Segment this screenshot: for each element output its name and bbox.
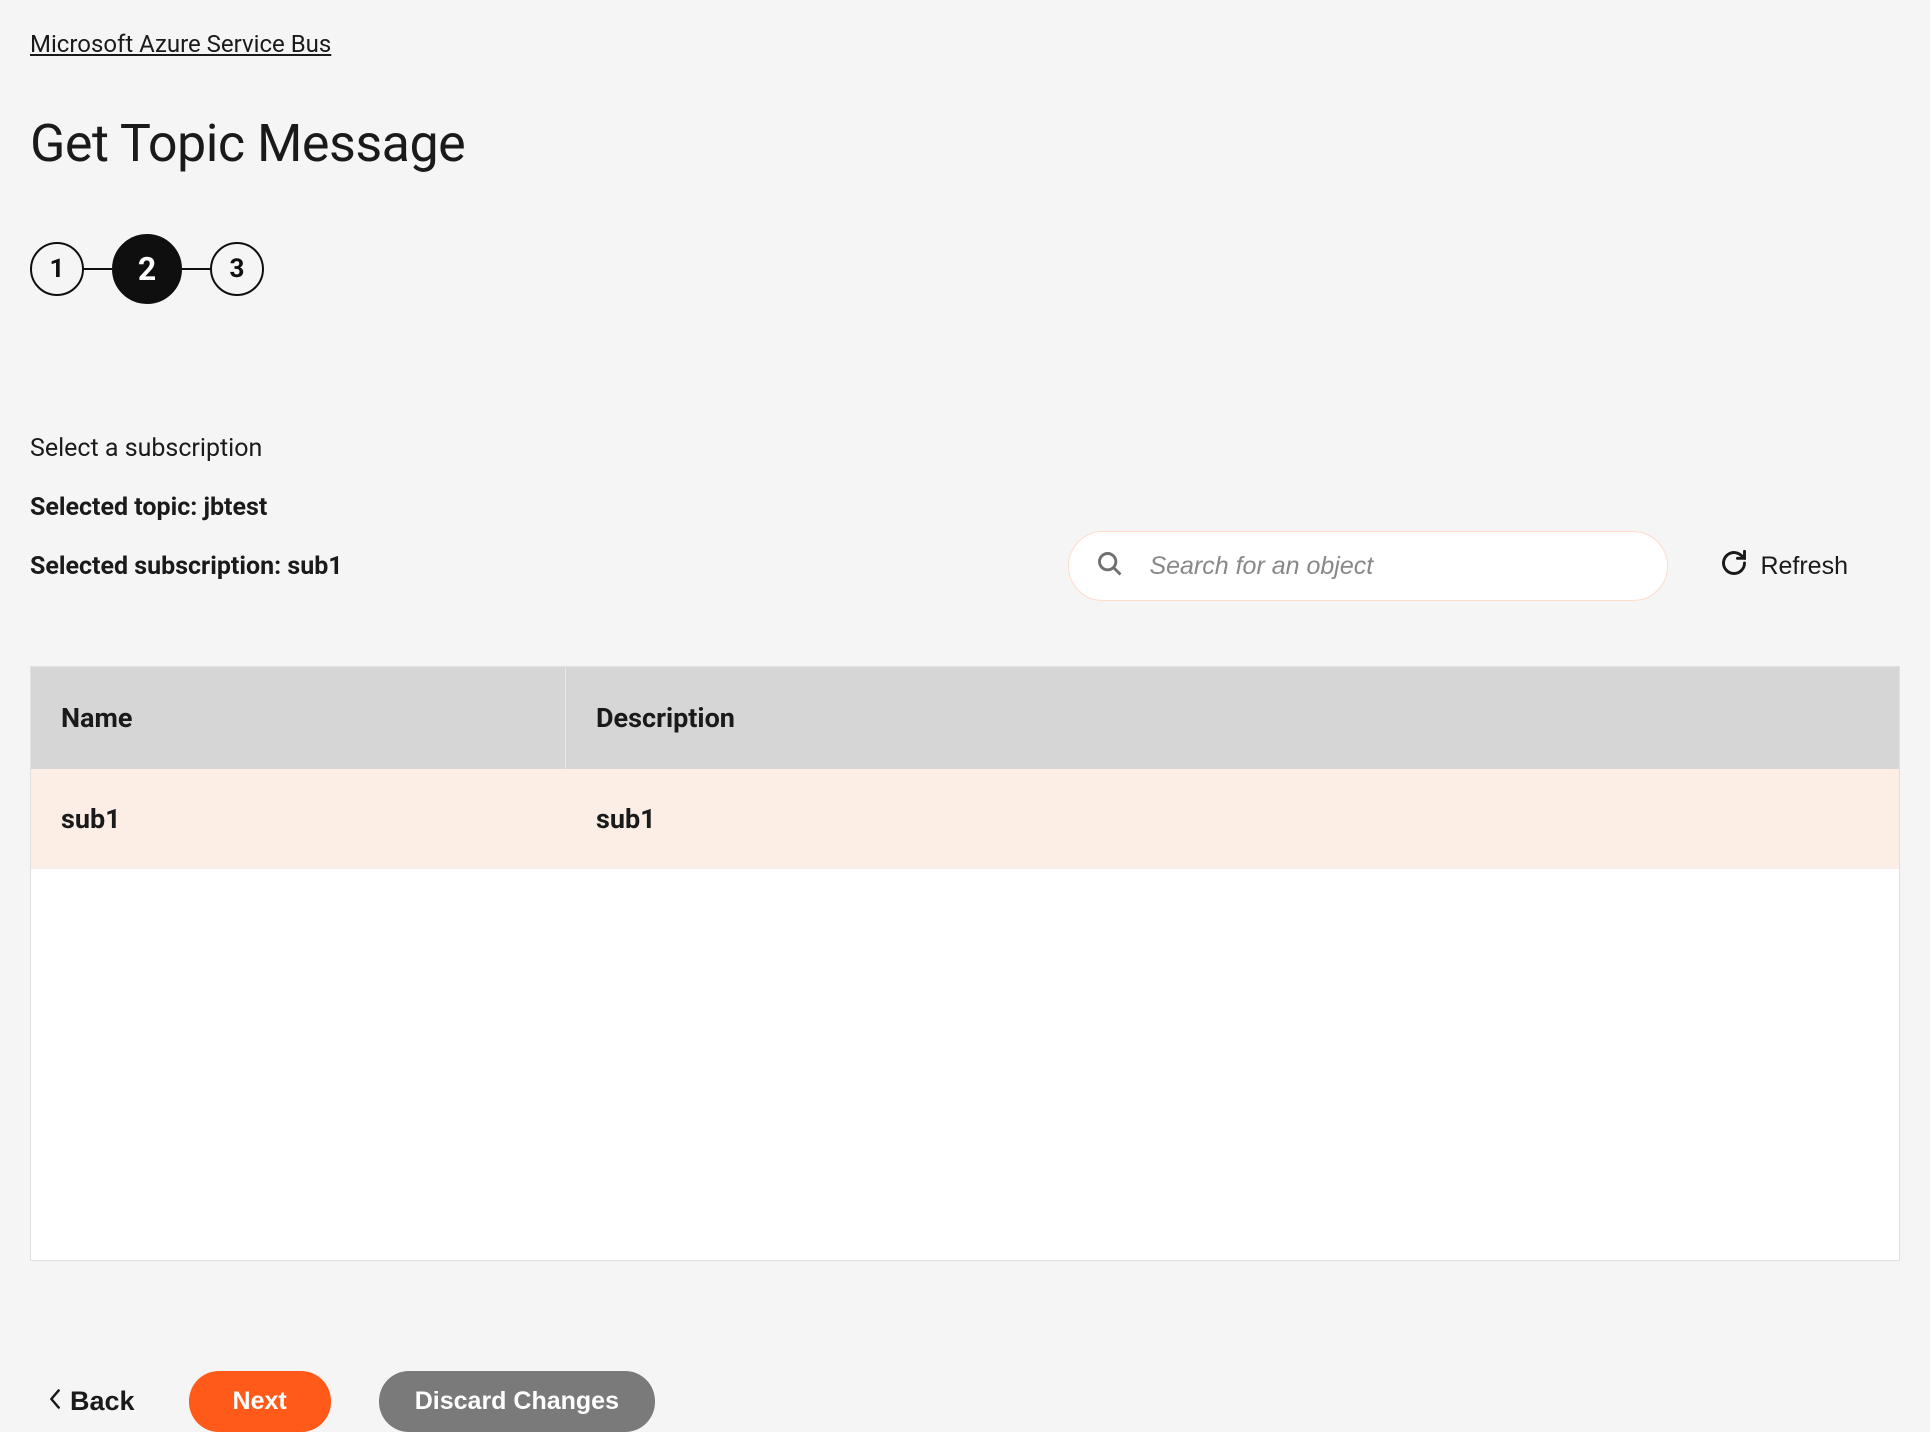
table-row[interactable]: sub1 sub1 [31, 769, 1899, 869]
stepper: 1 2 3 [30, 234, 1900, 304]
search-container [1068, 531, 1668, 601]
chevron-left-icon [48, 1386, 62, 1417]
step-2[interactable]: 2 [112, 234, 182, 304]
step-1[interactable]: 1 [30, 242, 84, 296]
back-button[interactable]: Back [42, 1378, 141, 1425]
page-title: Get Topic Message [30, 113, 1900, 174]
breadcrumb-link[interactable]: Microsoft Azure Service Bus [30, 30, 331, 58]
table-header-name[interactable]: Name [31, 667, 566, 769]
discard-button[interactable]: Discard Changes [379, 1371, 655, 1432]
subscription-table: Name Description sub1 sub1 [30, 666, 1900, 1261]
table-cell-description: sub1 [566, 803, 1899, 835]
button-row: Back Next Discard Changes [30, 1371, 1900, 1432]
back-label: Back [70, 1386, 135, 1417]
table-header-description[interactable]: Description [566, 702, 1899, 734]
step-connector [182, 268, 210, 271]
refresh-button[interactable]: Refresh [1708, 541, 1860, 592]
step-connector [84, 268, 112, 271]
next-button[interactable]: Next [189, 1371, 331, 1432]
refresh-icon [1720, 549, 1748, 584]
step-3[interactable]: 3 [210, 242, 264, 296]
search-input[interactable] [1068, 531, 1668, 601]
selected-topic-label: Selected topic: jbtest [30, 493, 1900, 522]
table-cell-name: sub1 [31, 803, 566, 835]
refresh-label: Refresh [1760, 552, 1848, 581]
section-subtitle: Select a subscription [30, 434, 1900, 463]
table-header: Name Description [31, 667, 1899, 769]
